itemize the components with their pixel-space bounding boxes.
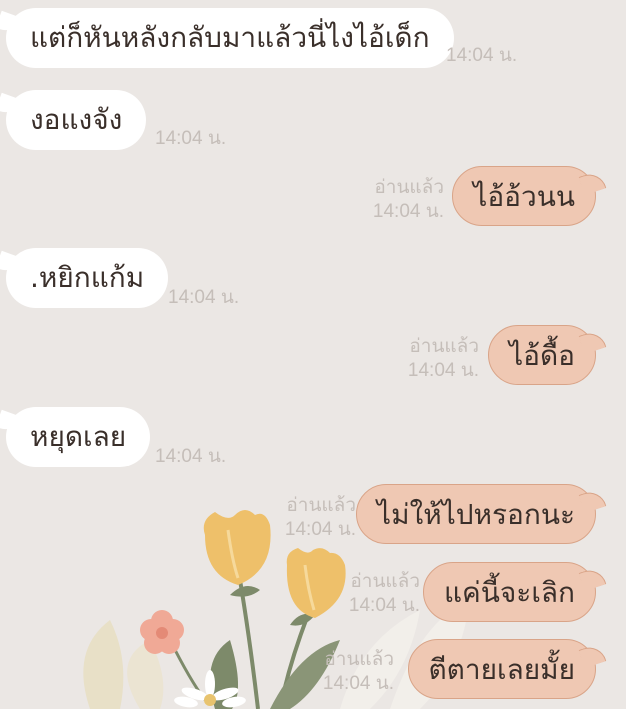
message-meta: อ่านแล้ว 14:04 น. — [285, 494, 356, 542]
outgoing-message-bubble[interactable]: ไม่ให้ไปหรอกนะ — [356, 484, 596, 544]
incoming-message-bubble[interactable]: หยุดเลย — [6, 407, 151, 467]
message-timestamp: 14:04 น. — [284, 519, 356, 540]
outgoing-message-bubble[interactable]: ไอ้อ้วนน — [452, 166, 596, 226]
read-receipt: อ่านแล้ว — [286, 495, 356, 516]
read-receipt: อ่านแล้ว — [350, 571, 420, 592]
read-receipt: อ่านแล้ว — [324, 649, 394, 670]
message-timestamp: 14:04 น. — [372, 201, 444, 222]
message-meta: อ่านแล้ว 14:04 น. — [349, 570, 420, 618]
message-timestamp: 14:04 น. — [155, 128, 227, 149]
outgoing-message-bubble[interactable]: ตีตายเลยมั้ย — [407, 639, 596, 699]
outgoing-message-bubble[interactable]: ไอ้ดื้อ — [488, 325, 596, 385]
incoming-message-bubble[interactable]: งอแงจัง — [6, 90, 147, 150]
incoming-message-bubble[interactable]: แต่ก็หันหลังกลับมาแล้วนี่ไงไอ้เด็ก — [6, 8, 454, 68]
message-timestamp: 14:04 น. — [155, 446, 227, 467]
outgoing-message-bubble[interactable]: แค่นี้จะเลิก — [422, 562, 596, 622]
message-timestamp: 14:04 น. — [348, 595, 420, 616]
message-timestamp: 14:04 น. — [168, 287, 240, 308]
read-receipt: อ่านแล้ว — [374, 177, 444, 198]
message-timestamp: 14:04 น. — [407, 360, 479, 381]
read-receipt: อ่านแล้ว — [409, 336, 479, 357]
message-meta: อ่านแล้ว 14:04 น. — [373, 176, 444, 224]
message-timestamp: 14:04 น. — [446, 45, 518, 66]
message-timestamp: 14:04 น. — [322, 673, 394, 694]
incoming-message-bubble[interactable]: .หยิกแก้ม — [6, 248, 169, 308]
message-meta: อ่านแล้ว 14:04 น. — [323, 648, 394, 696]
message-meta: อ่านแล้ว 14:04 น. — [408, 335, 479, 383]
